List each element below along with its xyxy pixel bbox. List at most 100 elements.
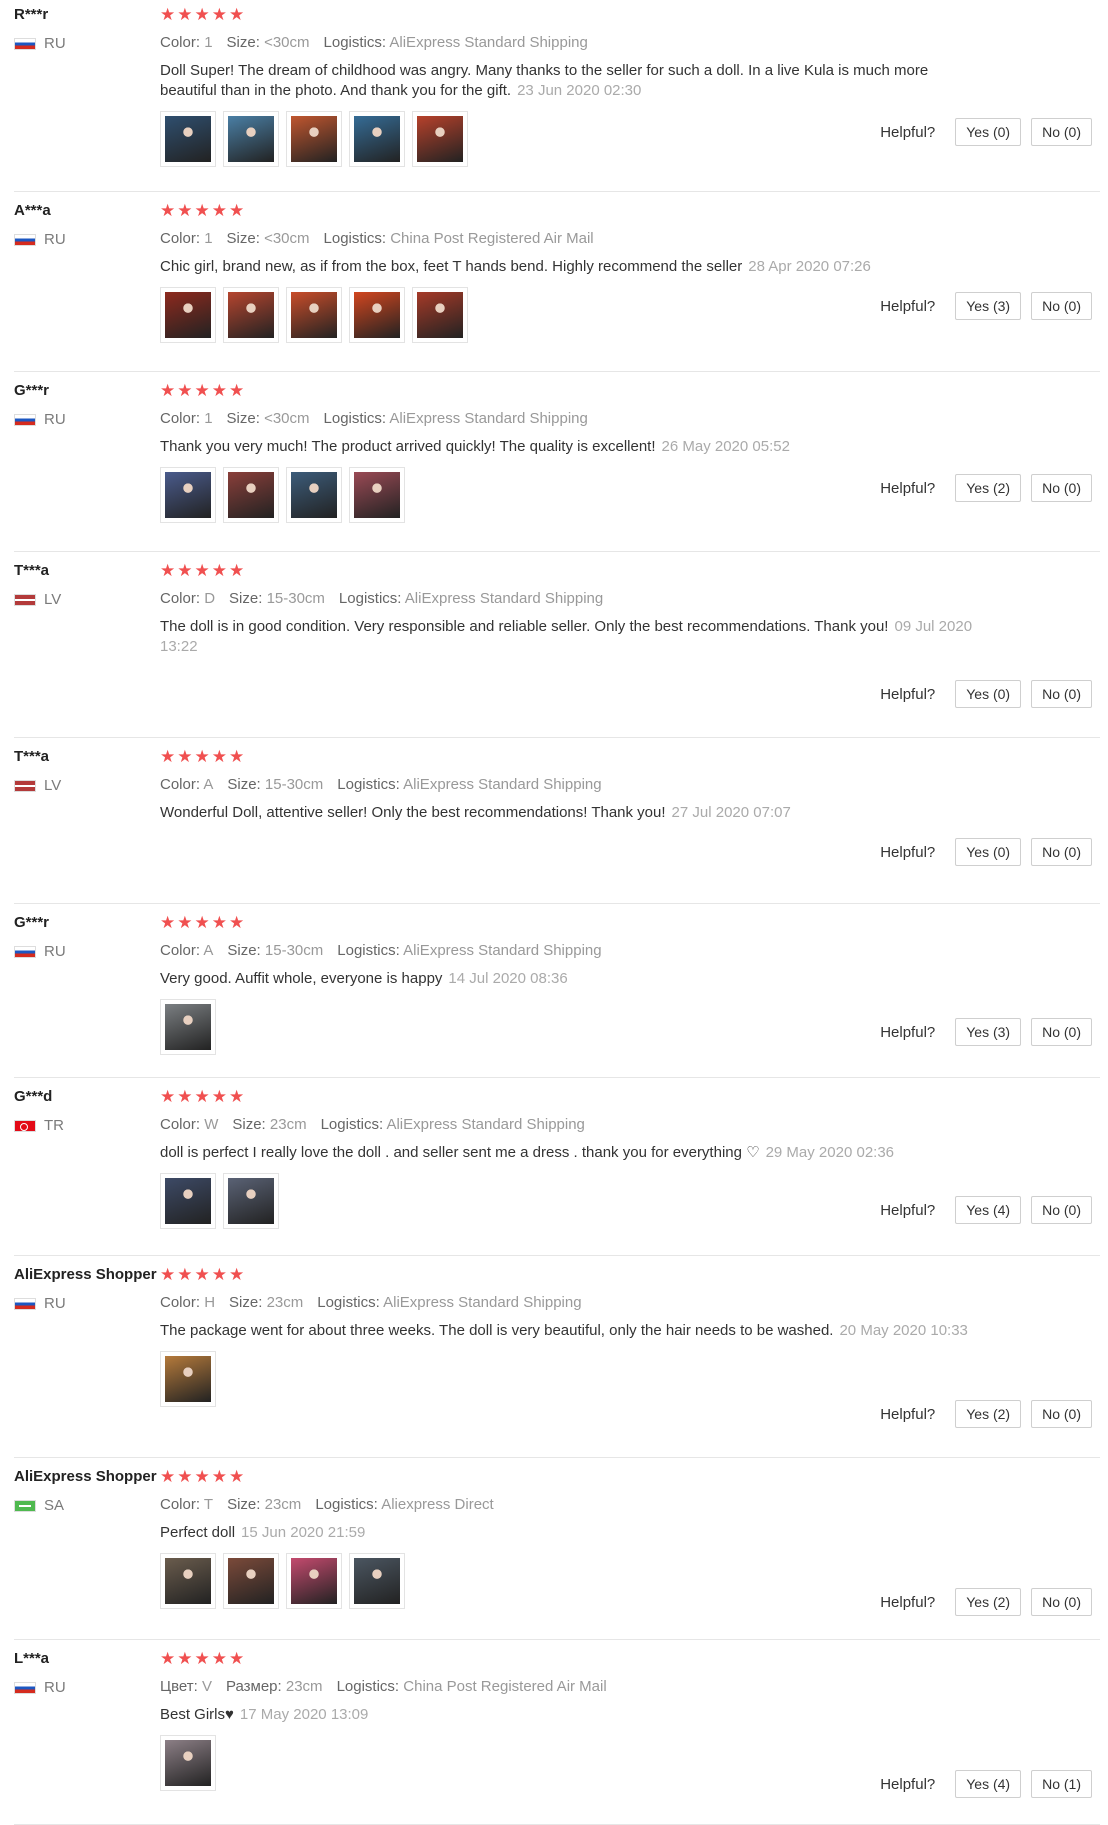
review-content: ★★★★★ Color: A Size: 15-30cm Logistics: Ali… [160, 748, 980, 823]
attribute-key: Color: [160, 230, 201, 247]
attribute-key: Size: [226, 230, 260, 247]
star-rating: ★★★★★ [160, 1467, 247, 1486]
helpful-no-button[interactable]: No (1) [1031, 1770, 1092, 1798]
review-photo-thumbnail[interactable] [223, 1173, 279, 1229]
attribute-key: Logistics: [337, 942, 400, 959]
review-item: T***a LV ★★★★★ Color: A Size: 15-30cm Logisti… [14, 742, 1100, 904]
attribute: Size: <30cm [227, 230, 310, 247]
review-photo-thumbnail[interactable] [160, 1735, 216, 1791]
review-photo-thumbnail[interactable] [349, 111, 405, 167]
helpful-yes-button[interactable]: Yes (4) [955, 1196, 1022, 1224]
review-photo-thumbnail[interactable] [223, 467, 279, 523]
helpful-no-button[interactable]: No (0) [1031, 1196, 1092, 1224]
helpful-no-button[interactable]: No (0) [1031, 838, 1092, 866]
review-photo-thumbnail[interactable] [160, 999, 216, 1055]
review-content: ★★★★★ Color: 1 Size: <30cm Logistics: AliEx… [160, 382, 980, 523]
review-photo-thumbnail[interactable] [286, 467, 342, 523]
review-photo-thumbnail[interactable] [412, 111, 468, 167]
attribute-key: Logistics: [338, 590, 402, 607]
review-photo-thumbnail[interactable] [412, 287, 468, 343]
attribute: Color: 1 [160, 34, 213, 51]
attribute-value: 1 [204, 410, 213, 427]
review-photo-thumbnail[interactable] [223, 287, 279, 343]
review-photo-thumbnail[interactable] [286, 287, 342, 343]
helpful-no-button[interactable]: No (0) [1031, 680, 1092, 708]
attribute-key: Размер: [225, 1678, 282, 1695]
review-text: Very good. Auffit whole, everyone is hap… [160, 969, 980, 989]
review-photo-thumbnail[interactable] [160, 111, 216, 167]
attribute: Color: D [160, 590, 215, 607]
helpful-yes-button[interactable]: Yes (3) [955, 1018, 1022, 1046]
photo-image [228, 1558, 274, 1604]
review-photos [160, 1351, 980, 1407]
attribute-value: AliExpress Standard Shipping [403, 776, 602, 793]
attribute-value: AliExpress Standard Shipping [389, 410, 588, 427]
helpful-no-button[interactable]: No (0) [1031, 1400, 1092, 1428]
country-flag-icon [14, 1499, 36, 1512]
photo-image [165, 116, 211, 162]
review-photo-thumbnail[interactable] [160, 1173, 216, 1229]
reviewer-country: LV [14, 777, 154, 794]
helpful-no-button[interactable]: No (0) [1031, 1018, 1092, 1046]
helpful-yes-button[interactable]: Yes (4) [955, 1770, 1022, 1798]
review-photo-thumbnail[interactable] [160, 287, 216, 343]
attribute-key: Color: [160, 776, 201, 793]
helpful-no-button[interactable]: No (0) [1031, 1588, 1092, 1616]
review-photo-thumbnail[interactable] [286, 1553, 342, 1609]
review-photo-thumbnail[interactable] [223, 111, 279, 167]
review-photo-thumbnail[interactable] [349, 287, 405, 343]
attribute-key: Size: [229, 1294, 263, 1311]
reviewer-name: L***a [14, 1650, 50, 1667]
review-photos [160, 467, 980, 523]
helpful-votes: Helpful? Yes (2) No (0) [880, 474, 1092, 502]
attribute: Size: 23cm [232, 1116, 306, 1133]
country-code: RU [44, 231, 66, 248]
attribute-key: Logistics: [336, 1678, 400, 1695]
helpful-yes-button[interactable]: Yes (3) [955, 292, 1022, 320]
star-rating: ★★★★★ [160, 1265, 247, 1284]
reviewer-name: G***d [14, 1088, 53, 1105]
helpful-votes: Helpful? Yes (0) No (0) [880, 118, 1092, 146]
review-date: 14 Jul 2020 08:36 [448, 970, 568, 987]
photo-image [228, 1178, 274, 1224]
review-body: Best Girls♥ [160, 1706, 234, 1723]
photo-image [354, 116, 400, 162]
review-photo-thumbnail[interactable] [160, 1351, 216, 1407]
review-attributes: Color: H Size: 23cm Logistics: AliExpress … [160, 1294, 980, 1311]
reviewer-info: AliExpress Shopper RU [14, 1266, 157, 1312]
helpful-yes-button[interactable]: Yes (2) [955, 1400, 1022, 1428]
country-code: RU [44, 35, 66, 52]
helpful-no-button[interactable]: No (0) [1031, 292, 1092, 320]
attribute-key: Logistics: [323, 410, 387, 427]
attribute-key: Цвет: [160, 1678, 198, 1695]
helpful-yes-button[interactable]: Yes (0) [955, 680, 1022, 708]
review-photo-thumbnail[interactable] [349, 1553, 405, 1609]
review-attributes: Color: A Size: 15-30cm Logistics: AliExpre… [160, 776, 980, 793]
reviewer-info: G***r RU [14, 382, 154, 428]
helpful-yes-button[interactable]: Yes (0) [955, 118, 1022, 146]
review-photo-thumbnail[interactable] [349, 467, 405, 523]
review-photos [160, 1173, 980, 1229]
helpful-no-button[interactable]: No (0) [1031, 118, 1092, 146]
attribute-value: 15-30cm [266, 590, 325, 607]
review-photo-thumbnail[interactable] [160, 1553, 216, 1609]
attribute-value: AliExpress Standard Shipping [386, 1116, 585, 1133]
review-photo-thumbnail[interactable] [160, 467, 216, 523]
attribute-key: Size: [232, 1116, 266, 1133]
attribute-value: 23cm [264, 1496, 302, 1513]
helpful-yes-button[interactable]: Yes (2) [955, 474, 1022, 502]
country-flag-icon [14, 37, 36, 50]
attribute: Size: 23cm [227, 1496, 301, 1513]
helpful-yes-button[interactable]: Yes (0) [955, 838, 1022, 866]
reviewer-info: A***a RU [14, 202, 154, 248]
review-photo-thumbnail[interactable] [286, 111, 342, 167]
review-photo-thumbnail[interactable] [223, 1553, 279, 1609]
country-flag-icon [14, 593, 36, 606]
helpful-no-button[interactable]: No (0) [1031, 474, 1092, 502]
helpful-label: Helpful? [880, 1201, 936, 1219]
helpful-votes: Helpful? Yes (4) No (1) [880, 1770, 1092, 1798]
review-attributes: Color: A Size: 15-30cm Logistics: AliExpre… [160, 942, 980, 959]
helpful-votes: Helpful? Yes (0) No (0) [880, 680, 1092, 708]
review-date: 28 Apr 2020 07:26 [748, 258, 871, 275]
helpful-yes-button[interactable]: Yes (2) [955, 1588, 1022, 1616]
